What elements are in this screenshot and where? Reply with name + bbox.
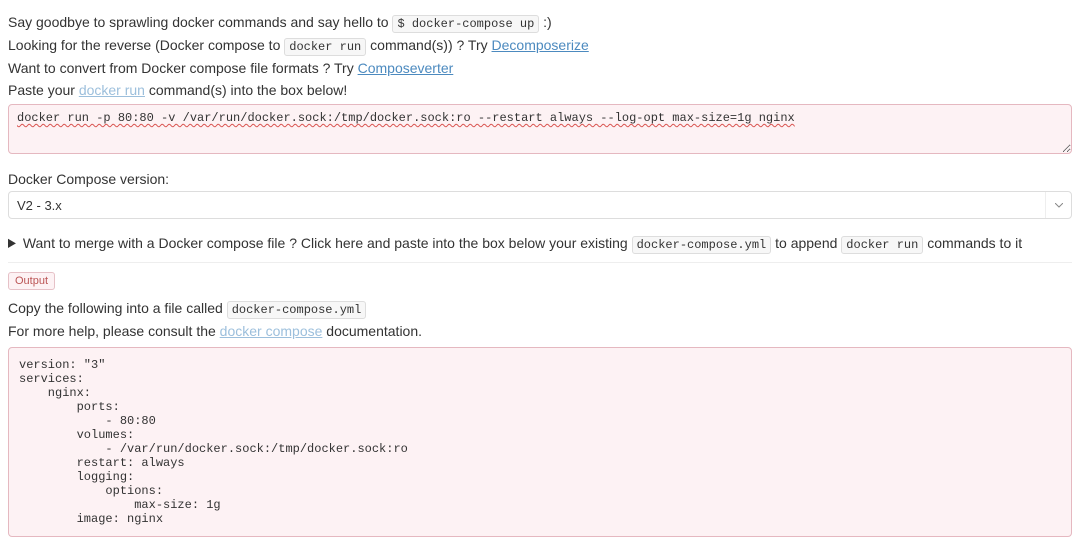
text: For more help, please consult the: [8, 323, 220, 339]
docker-run-input[interactable]: [8, 104, 1072, 154]
text: Say goodbye to sprawling docker commands…: [8, 14, 392, 30]
intro-paste: Paste your docker run command(s) into th…: [8, 82, 1072, 98]
text: Copy the following into a file called: [8, 300, 227, 316]
code-compose-yml: docker-compose.yml: [227, 301, 367, 319]
code-compose-up: $ docker-compose up: [392, 15, 539, 33]
code-compose-yml: docker-compose.yml: [632, 236, 772, 254]
intro-goodbye: Say goodbye to sprawling docker commands…: [8, 14, 1072, 31]
tab-row: Output: [8, 271, 1072, 290]
chevron-down-icon: [1045, 192, 1071, 218]
text: command(s) into the box below!: [149, 82, 347, 98]
text: :): [543, 14, 552, 30]
composeverter-link[interactable]: Composeverter: [358, 60, 454, 76]
tab-output[interactable]: Output: [8, 272, 55, 290]
code-docker-run: docker run: [841, 236, 923, 254]
intro-reverse: Looking for the reverse (Docker compose …: [8, 37, 1072, 54]
version-label: Docker Compose version:: [8, 171, 1072, 187]
merge-summary[interactable]: Want to merge with a Docker compose file…: [8, 233, 1072, 254]
divider: [8, 262, 1072, 263]
text: Looking for the reverse (Docker compose …: [8, 37, 284, 53]
text: Paste your: [8, 82, 79, 98]
text: command(s)) ? Try: [370, 37, 491, 53]
intro-convert: Want to convert from Docker compose file…: [8, 60, 1072, 76]
select-value: V2 - 3.x: [9, 194, 1045, 217]
docker-run-link[interactable]: docker run: [79, 82, 145, 98]
merge-disclosure[interactable]: Want to merge with a Docker compose file…: [8, 233, 1072, 254]
code-docker-run: docker run: [284, 38, 366, 56]
text: commands to it: [927, 235, 1022, 251]
decomposerize-link[interactable]: Decomposerize: [492, 37, 589, 53]
docker-compose-docs-link[interactable]: docker compose: [220, 323, 323, 339]
text: Want to convert from Docker compose file…: [8, 60, 358, 76]
text: documentation.: [326, 323, 422, 339]
help-line: For more help, please consult the docker…: [8, 323, 1072, 339]
text: to append: [775, 235, 841, 251]
compose-version-select[interactable]: V2 - 3.x: [8, 191, 1072, 219]
output-yaml[interactable]: version: "3" services: nginx: ports: - 8…: [8, 347, 1072, 537]
text: Want to merge with a Docker compose file…: [23, 235, 632, 251]
copy-instruction: Copy the following into a file called do…: [8, 300, 1072, 317]
